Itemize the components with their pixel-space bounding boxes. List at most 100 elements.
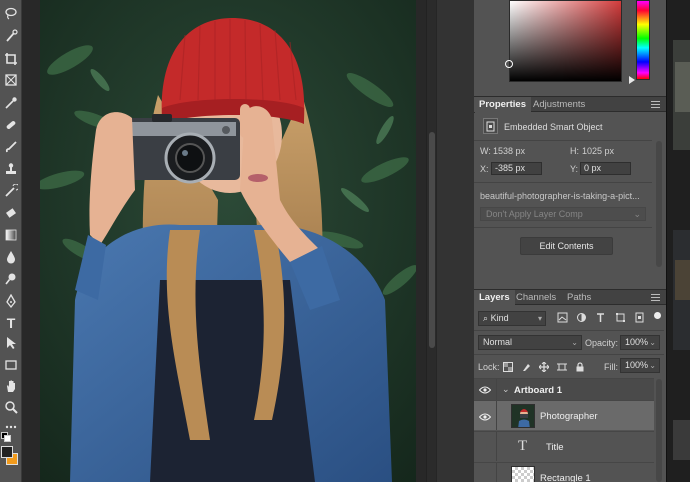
tab-layers[interactable]: Layers — [474, 290, 515, 305]
canvas-scrollbar-thumb[interactable] — [429, 132, 435, 348]
crop-tool-icon — [4, 52, 18, 69]
type-tool[interactable]: T — [1, 313, 21, 333]
height-label: H: — [570, 146, 579, 156]
frame-tool[interactable] — [1, 71, 21, 91]
linked-filename: beautiful-photographer-is-taking-a-pict.… — [480, 191, 640, 201]
type-tool-icon: T — [6, 315, 16, 331]
zoom-tool-icon — [4, 400, 18, 417]
divider — [496, 432, 497, 461]
adjustment-filter-icon[interactable] — [575, 312, 587, 323]
canvas-vertical-scrollbar[interactable] — [426, 0, 436, 482]
height-value[interactable]: 1025 px — [582, 146, 614, 156]
tab-properties[interactable]: Properties — [474, 97, 531, 112]
lock-all-icon[interactable] — [574, 361, 585, 372]
properties-scrollbar[interactable] — [656, 141, 662, 267]
shape-filter-icon[interactable] — [614, 312, 626, 323]
eyedropper-tool[interactable] — [1, 94, 21, 114]
layer-comp-dropdown[interactable]: Don't Apply Layer Comp ⌄ — [480, 207, 646, 221]
smart-object-filter-icon[interactable] — [633, 312, 645, 323]
y-position-field[interactable]: 0 px — [580, 162, 631, 175]
dodge-tool-icon — [4, 272, 18, 289]
tab-paths[interactable]: Paths — [562, 290, 596, 305]
x-label: X: — [480, 164, 489, 174]
visibility-toggle-empty[interactable] — [479, 474, 491, 482]
lock-image-pixels-icon[interactable] — [521, 361, 532, 372]
layer-name: Artboard 1 — [514, 385, 563, 396]
tab-adjustments[interactable]: Adjustments — [528, 97, 590, 112]
pixel-filter-icon[interactable] — [556, 312, 568, 323]
pasteboard-right — [416, 0, 426, 482]
clone-stamp-tool[interactable] — [1, 160, 21, 180]
width-value[interactable]: 1538 px — [493, 146, 525, 156]
eye-icon[interactable] — [478, 412, 492, 422]
lasso-tool-icon — [4, 6, 18, 23]
layers-scrollbar[interactable] — [656, 379, 662, 482]
eye-icon[interactable] — [478, 385, 492, 395]
layer-row-photographer[interactable]: Photographer — [474, 400, 654, 430]
divider — [496, 379, 497, 400]
path-selection-tool-icon — [4, 336, 18, 353]
hue-slider-handle[interactable] — [629, 76, 635, 84]
gradient-tool[interactable] — [1, 226, 21, 246]
path-selection-tool[interactable] — [1, 334, 21, 354]
edit-contents-button[interactable]: Edit Contents — [520, 237, 613, 255]
x-position-field[interactable]: -385 px — [491, 162, 542, 175]
layer-thumbnail — [511, 466, 535, 482]
dodge-tool[interactable] — [1, 270, 21, 290]
filter-kind-dropdown[interactable]: ⌕ Kind ▾ — [478, 311, 546, 326]
type-filter-icon[interactable] — [594, 312, 606, 323]
tab-channels[interactable]: Channels — [511, 290, 561, 305]
pen-tool-icon — [4, 293, 18, 311]
layer-row-artboard[interactable]: ⌄ Artboard 1 — [474, 378, 654, 400]
opacity-field[interactable]: 100% ⌄ — [620, 335, 660, 350]
properties-panel-menu-icon[interactable] — [651, 101, 660, 108]
hand-tool-icon — [4, 379, 18, 396]
frame-tool-icon — [4, 73, 18, 90]
divider — [474, 330, 664, 331]
chevron-down-icon[interactable]: ⌄ — [502, 384, 510, 395]
foreground-color-swatch[interactable] — [1, 446, 13, 458]
eyedropper-tool-icon — [4, 96, 18, 113]
history-brush-tool[interactable] — [1, 182, 21, 202]
healing-brush-tool[interactable] — [1, 116, 21, 136]
crop-tool[interactable] — [1, 50, 21, 70]
color-picker-ring[interactable] — [505, 60, 513, 68]
smart-object-icon — [483, 118, 498, 134]
blend-mode-dropdown[interactable]: Normal ⌄ — [478, 335, 582, 350]
brush-tool[interactable] — [1, 138, 21, 158]
lasso-tool[interactable] — [1, 4, 21, 24]
fill-value: 100% — [625, 360, 649, 370]
chevron-down-icon: ⌄ — [649, 338, 656, 347]
rectangle-tool-icon — [4, 358, 18, 375]
hue-slider[interactable] — [636, 0, 650, 80]
eraser-tool[interactable] — [1, 204, 21, 224]
hand-tool[interactable] — [1, 377, 21, 397]
blur-tool-icon — [4, 250, 18, 267]
color-saturation-field[interactable] — [509, 0, 622, 82]
rectangle-tool[interactable] — [1, 356, 21, 376]
lock-transparent-pixels-icon[interactable] — [502, 361, 513, 372]
chevron-down-icon: ▾ — [537, 314, 542, 323]
blur-tool[interactable] — [1, 248, 21, 268]
search-icon: ⌕ — [483, 313, 489, 323]
quick-selection-tool-icon — [4, 28, 18, 46]
fill-field[interactable]: 100% ⌄ — [620, 358, 660, 373]
zoom-tool[interactable] — [1, 398, 21, 418]
pasteboard-left — [22, 0, 40, 482]
artboard-nesting-icon[interactable] — [556, 361, 567, 372]
layer-row-rectangle[interactable]: Rectangle 1 — [474, 462, 654, 482]
layer-comp-value: Don't Apply Layer Comp — [486, 209, 583, 219]
layer-row-title[interactable]: T Title — [474, 431, 654, 461]
visibility-toggle-empty[interactable] — [479, 443, 491, 453]
lock-position-icon[interactable] — [538, 361, 549, 372]
filter-toggle-icon[interactable] — [651, 310, 663, 321]
brush-tool-icon — [4, 140, 18, 157]
layers-panel-menu-icon[interactable] — [651, 294, 660, 301]
text-layer-icon: T — [518, 438, 528, 454]
layer-name: Rectangle 1 — [540, 473, 591, 482]
filter-kind-value: Kind — [490, 313, 509, 323]
color-picker-panel — [474, 0, 666, 96]
quick-selection-tool[interactable] — [1, 27, 21, 47]
default-colors-icon[interactable] — [1, 432, 11, 442]
pen-tool[interactable] — [1, 292, 21, 312]
